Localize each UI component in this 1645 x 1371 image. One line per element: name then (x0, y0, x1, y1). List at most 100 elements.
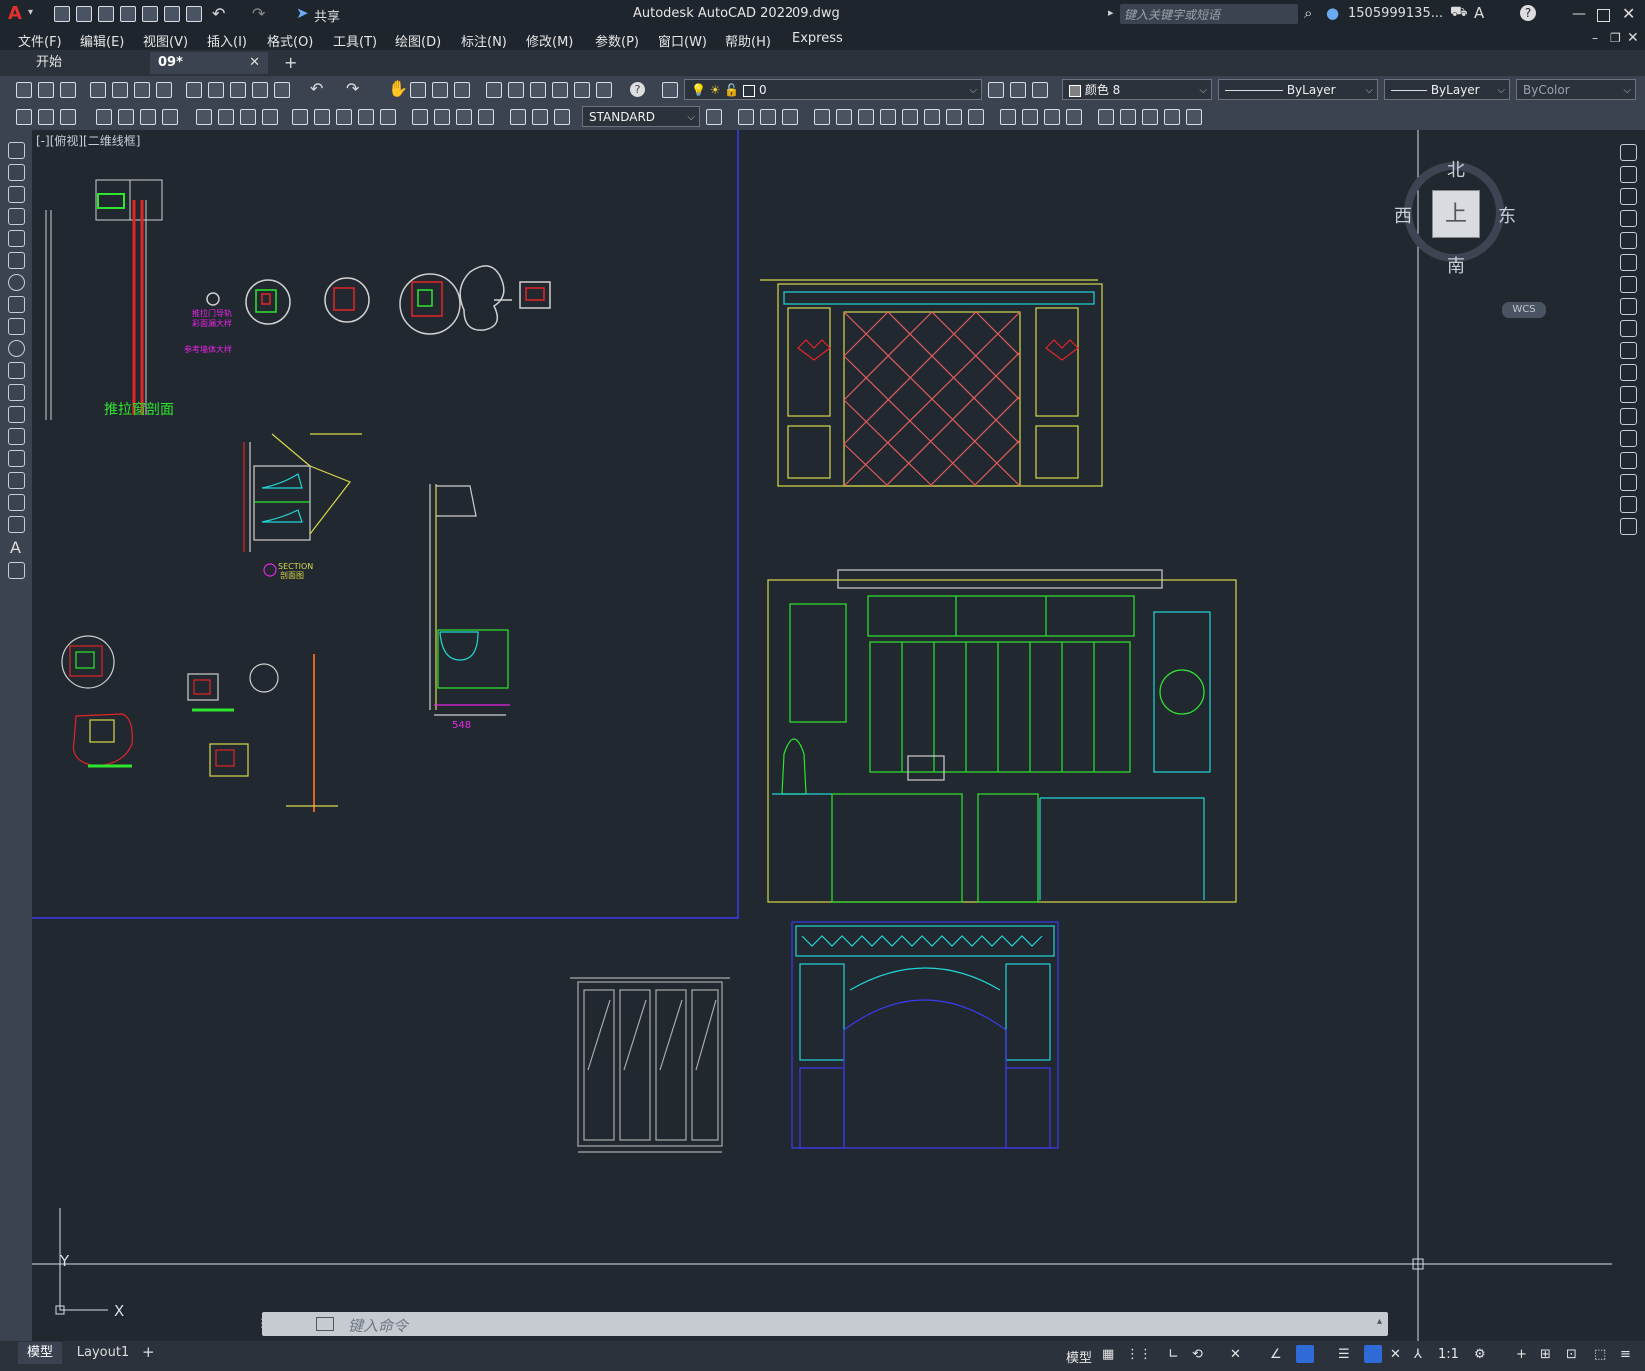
multiline-text-icon[interactable]: A (10, 538, 21, 557)
join-icon[interactable] (1022, 109, 1038, 125)
break-icon[interactable] (1000, 109, 1016, 125)
close-window-icon[interactable]: ✕ (1622, 4, 1635, 23)
scale-icon[interactable] (902, 109, 918, 125)
layout-tab-model[interactable]: 模型 (18, 1342, 62, 1364)
clean-screen-icon[interactable]: ⬚ (1594, 1347, 1606, 1362)
new-tab-icon[interactable]: + (284, 53, 297, 72)
zoom-window-icon[interactable] (432, 82, 448, 98)
quick-dim-icon[interactable] (240, 109, 256, 125)
properties-palette-icon[interactable] (486, 82, 502, 98)
aligned-dimension-icon[interactable] (60, 109, 76, 125)
ellipse-arc-icon[interactable] (8, 362, 25, 379)
object-snap-icon[interactable] (1296, 1345, 1314, 1363)
polyline-icon[interactable] (8, 186, 25, 203)
viewcube[interactable]: 上 北 南 西 东 (1394, 152, 1520, 278)
command-input[interactable]: 键入命令 (348, 1315, 408, 1336)
diameter-icon[interactable] (196, 109, 212, 125)
cut-icon[interactable] (186, 82, 202, 98)
array-tool-icon[interactable] (1620, 232, 1637, 249)
plot-preview-icon[interactable] (112, 82, 128, 98)
menu-edit[interactable]: 编辑(E) (80, 31, 124, 50)
undo-tool-icon[interactable]: ↶ (310, 79, 323, 98)
circle-icon[interactable] (8, 274, 25, 291)
copy-icon[interactable] (208, 82, 224, 98)
dim-style-icon[interactable] (532, 109, 548, 125)
units-icon[interactable]: ⊞ (1540, 1347, 1551, 1362)
workspace-gear-icon[interactable]: ⚙ (1474, 1347, 1486, 1362)
dim-edit-icon[interactable] (456, 109, 472, 125)
offset-tool-icon[interactable] (1620, 210, 1637, 227)
make-current-layer-icon[interactable] (988, 82, 1004, 98)
quick-properties-icon[interactable]: ⊡ (1566, 1347, 1577, 1362)
dimstyle-dropdown[interactable]: STANDARD ⌵ (582, 106, 700, 127)
new-file-icon[interactable] (54, 6, 70, 22)
tab-close-icon[interactable]: ✕ (249, 52, 260, 74)
autodesk-account-icon[interactable]: A (1474, 4, 1484, 22)
layer-properties-icon[interactable] (662, 82, 678, 98)
menu-express[interactable]: Express (792, 31, 843, 46)
menu-window[interactable]: 窗口(W) (658, 31, 707, 50)
table-icon[interactable] (8, 516, 25, 533)
annotation-scale-value[interactable]: 1:1 (1438, 1347, 1459, 1362)
group-icon[interactable] (1120, 109, 1136, 125)
array-icon[interactable] (836, 109, 852, 125)
search-icon[interactable]: ⌕ (1304, 4, 1312, 22)
break-point-icon[interactable] (1620, 386, 1637, 403)
polar-icon[interactable]: ⟲ (1192, 1347, 1203, 1362)
make-block-icon[interactable] (8, 406, 25, 423)
center-mark-icon[interactable] (380, 109, 396, 125)
hatch-icon[interactable] (8, 450, 25, 467)
tab-drawing[interactable]: 09* ✕ (150, 52, 268, 74)
jogged-icon[interactable] (162, 109, 178, 125)
tool-palettes-icon[interactable] (530, 82, 546, 98)
radius-icon[interactable] (140, 109, 156, 125)
offset-icon[interactable] (814, 109, 830, 125)
user-name[interactable]: 1505999135... (1348, 6, 1443, 21)
annotation-scale-icon[interactable]: ⅄ (1414, 1347, 1422, 1362)
doc-restore-icon[interactable]: ❐ (1610, 31, 1621, 45)
dim-break-icon[interactable] (336, 109, 352, 125)
layer-iso-icon[interactable] (1164, 109, 1180, 125)
search-expand-icon[interactable]: ▸ (1108, 6, 1114, 19)
paste-icon[interactable] (230, 82, 246, 98)
fillet-icon[interactable] (1066, 109, 1082, 125)
ortho-icon[interactable]: ∟ (1168, 1347, 1179, 1362)
blend-curves-icon[interactable] (1620, 496, 1637, 513)
color-dropdown[interactable]: 颜色 8 ⌵ (1062, 79, 1212, 100)
explode-icon[interactable] (1098, 109, 1114, 125)
sheet-set-icon[interactable] (552, 82, 568, 98)
stretch-icon[interactable] (924, 109, 940, 125)
maximize-icon[interactable] (1597, 9, 1610, 22)
command-line[interactable]: 键入命令 ▴ (262, 1312, 1388, 1336)
copy-object-icon[interactable] (760, 109, 776, 125)
annotation-monitor-icon[interactable]: + (1516, 1347, 1527, 1362)
arc-length-icon[interactable] (96, 109, 112, 125)
help-icon[interactable]: ? (1520, 5, 1536, 21)
dim-space-icon[interactable] (314, 109, 330, 125)
layer-dropdown[interactable]: 💡 ☀ 🔓 0 ⌵ (684, 79, 982, 100)
calculator-icon[interactable] (596, 82, 612, 98)
add-selected-icon[interactable] (8, 562, 25, 579)
share-button[interactable]: 共享 (314, 6, 340, 25)
copy-tool-icon[interactable] (1620, 166, 1637, 183)
lineweight-dropdown[interactable]: ByLayer ⌵ (1384, 79, 1510, 100)
dim-update-icon[interactable] (510, 109, 526, 125)
join-tool-icon[interactable] (1620, 430, 1637, 447)
tolerance-icon[interactable] (358, 109, 374, 125)
drawing-canvas[interactable]: [-][俯视][二维线框] 推拉窗剖面 推拉门导轨 彩面漏大样 参考墙体大样 S… (32, 130, 1612, 1341)
menu-format[interactable]: 格式(O) (267, 31, 313, 50)
search-box[interactable]: 键入关键字或短语 (1120, 4, 1298, 24)
cart-icon[interactable]: ⛟ (1450, 4, 1468, 22)
continue-icon[interactable] (292, 109, 308, 125)
mirror-tool-icon[interactable] (1620, 188, 1637, 205)
qnew-icon[interactable] (16, 82, 32, 98)
arc-icon[interactable] (8, 252, 25, 269)
menu-draw[interactable]: 绘图(D) (395, 31, 441, 50)
menu-dimension[interactable]: 标注(N) (461, 31, 507, 50)
menu-help[interactable]: 帮助(H) (725, 31, 771, 50)
markup-icon[interactable] (574, 82, 590, 98)
menu-file[interactable]: 文件(F) (18, 31, 62, 50)
dwf-icon[interactable] (156, 82, 172, 98)
layer-previous-icon[interactable] (1010, 82, 1026, 98)
viewcube-top-face[interactable]: 上 (1432, 190, 1480, 238)
